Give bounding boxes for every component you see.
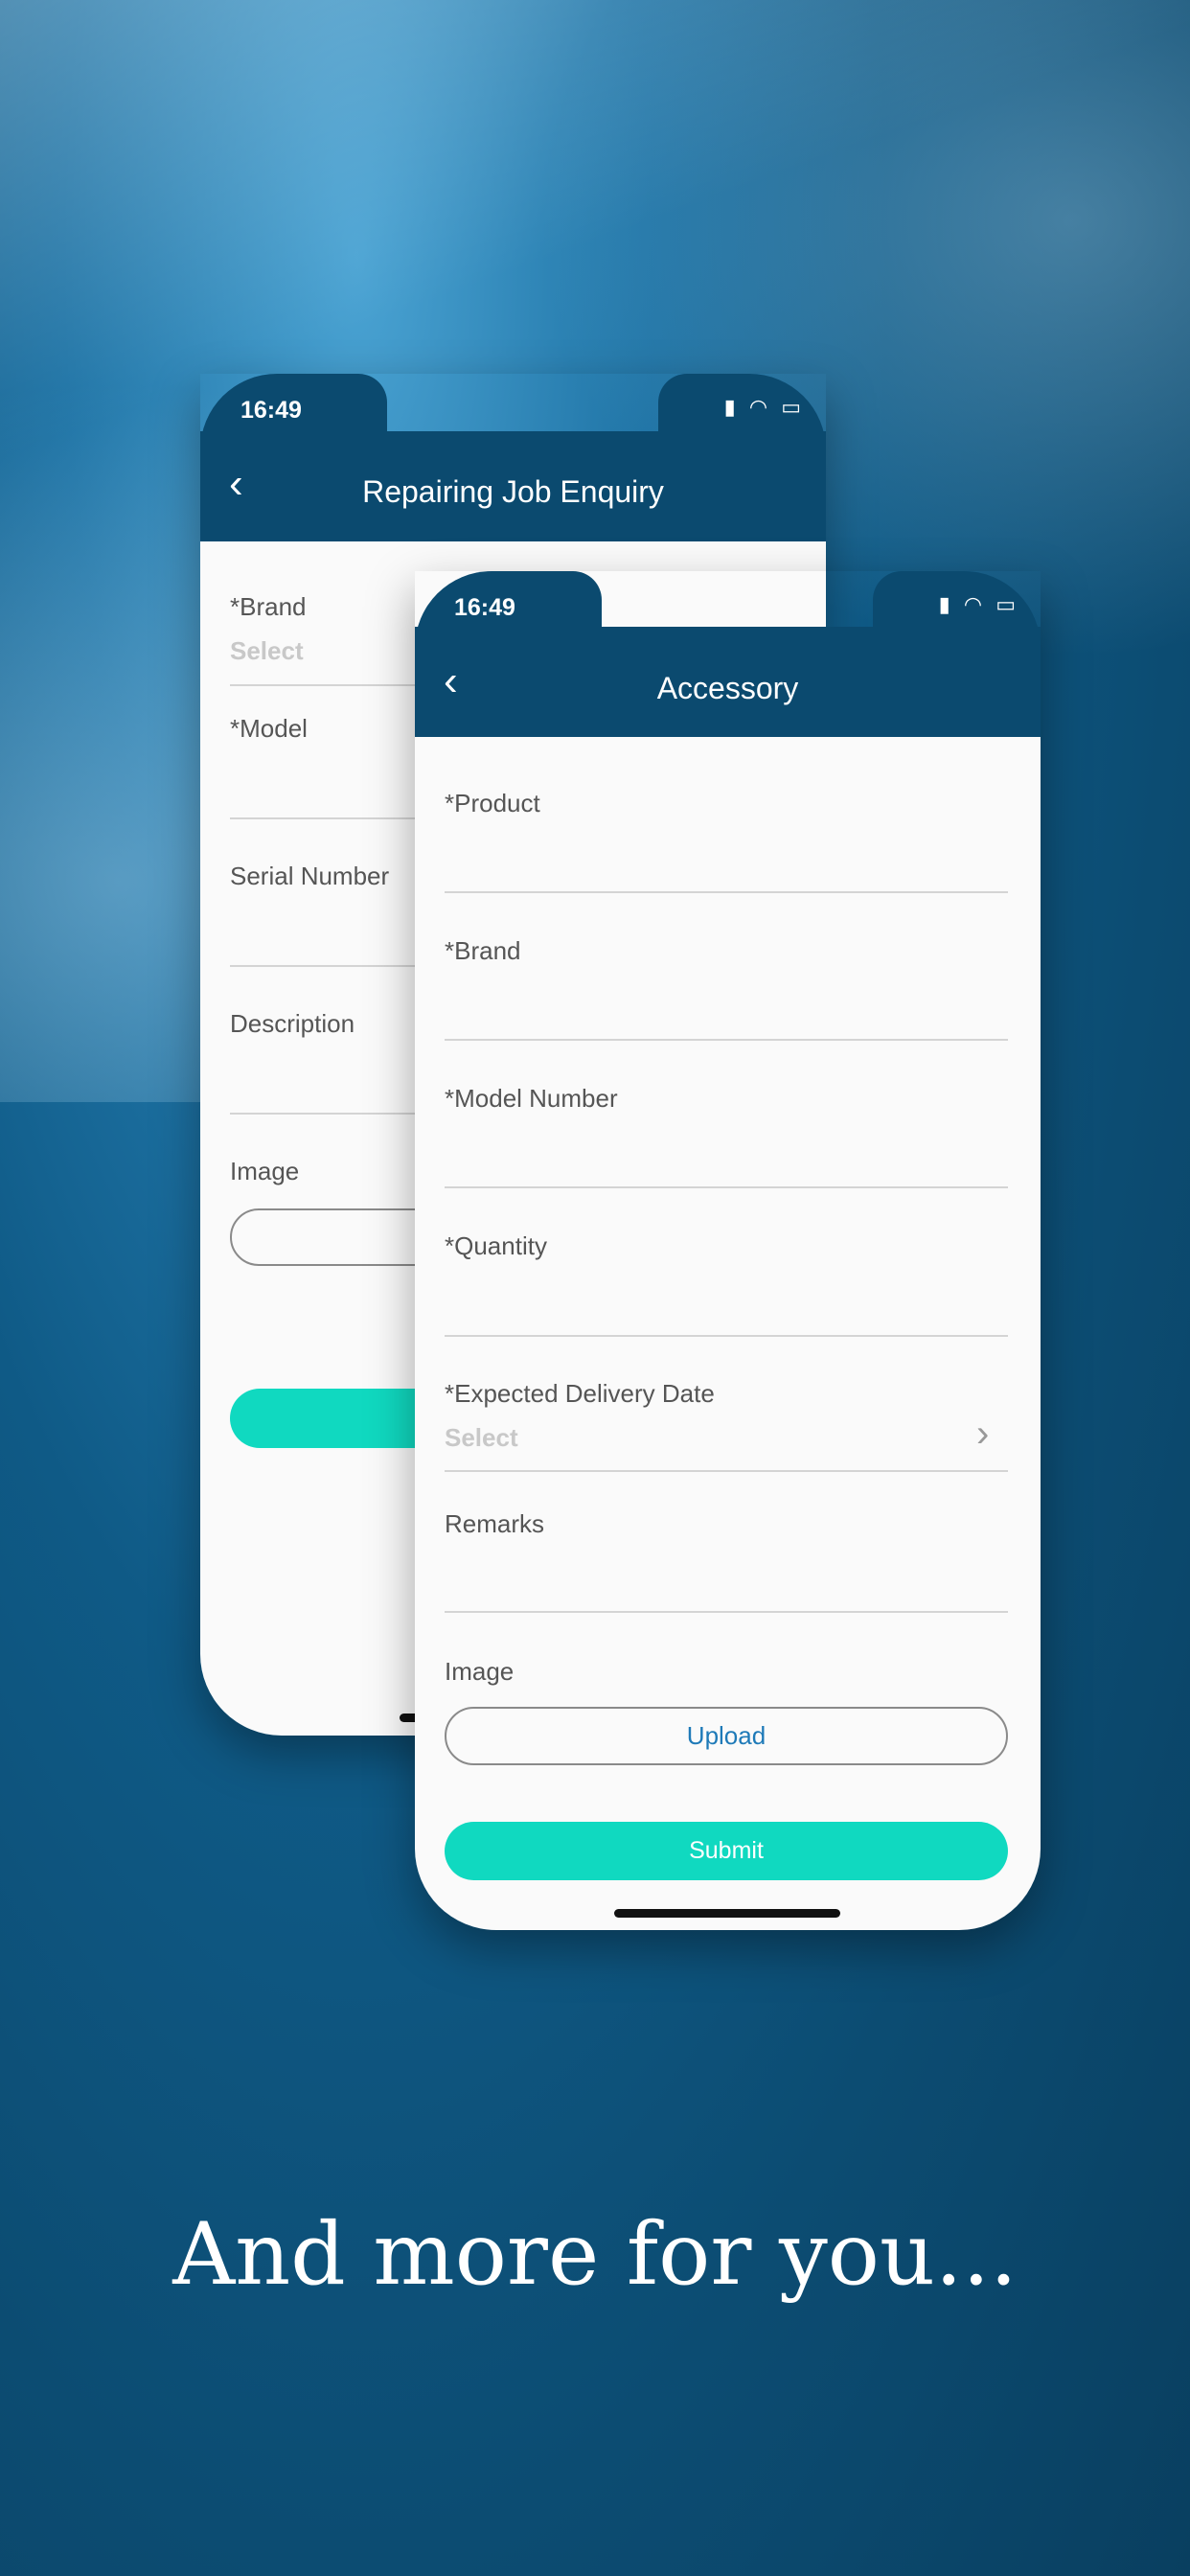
- phone-accessory: 16:49 ▮ ◠ ▭ ‹ Accessory *Product *Brand …: [415, 571, 1041, 1930]
- quantity-input[interactable]: [445, 1335, 1008, 1337]
- product-label: *Product: [445, 789, 540, 817]
- quantity-label: *Quantity: [445, 1231, 547, 1260]
- image-label: Image: [445, 1657, 515, 1686]
- serial-number-label: Serial Number: [230, 862, 390, 890]
- status-icons: ▮ ◠ ▭: [723, 395, 805, 419]
- delivery-date-label: *Expected Delivery Date: [445, 1379, 715, 1408]
- home-indicator: [614, 1909, 840, 1918]
- status-time: 16:49: [454, 594, 515, 621]
- remarks-input[interactable]: [445, 1611, 1008, 1613]
- image-label: Image: [230, 1157, 300, 1185]
- tagline: And more for you...: [172, 2204, 1018, 2305]
- brand-input[interactable]: [445, 1039, 1008, 1041]
- brand-select[interactable]: Select: [230, 636, 304, 666]
- upload-button[interactable]: Upload: [445, 1707, 1008, 1765]
- description-label: Description: [230, 1009, 355, 1038]
- delivery-date-select[interactable]: Select: [445, 1423, 518, 1453]
- status-time: 16:49: [240, 397, 302, 424]
- brand-label: *Brand: [445, 936, 521, 965]
- model-label: *Model: [230, 714, 308, 743]
- remarks-label: Remarks: [445, 1509, 545, 1538]
- chevron-right-icon[interactable]: ›: [976, 1413, 989, 1456]
- model-number-label: *Model Number: [445, 1084, 618, 1113]
- brand-label: *Brand: [230, 592, 307, 621]
- submit-button[interactable]: Submit: [445, 1822, 1008, 1880]
- product-input[interactable]: [445, 891, 1008, 893]
- model-number-input[interactable]: [445, 1186, 1008, 1188]
- divider: [445, 1470, 1008, 1472]
- page-title: Repairing Job Enquiry: [362, 474, 664, 509]
- page-title: Accessory: [656, 671, 799, 705]
- status-icons: ▮ ◠ ▭: [938, 592, 1019, 616]
